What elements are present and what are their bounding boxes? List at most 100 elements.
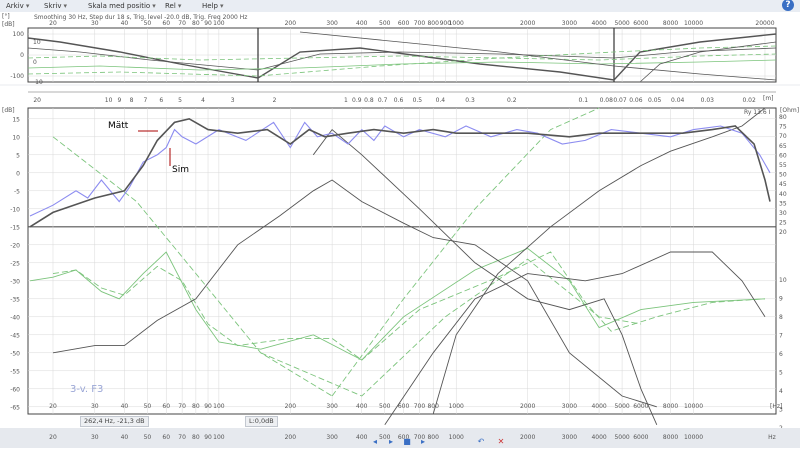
chevron-down-icon: ▾ xyxy=(152,2,156,10)
forward-icon[interactable]: ▸ xyxy=(418,437,428,447)
impedance-tick: 35 xyxy=(779,200,787,207)
phase-curves xyxy=(27,31,777,83)
mag-x-unit: [Hz] xyxy=(770,403,782,410)
mag-x-tick: 50 xyxy=(144,403,152,410)
magnitude-plot-panel: 20 10 9 8 7 6 5 4 3 2 1 0.9 0.8 0.7 0.6 0.5 0.4 0.3 0.2 0.1… xyxy=(0,86,800,448)
menu-help[interactable]: Help ▾ xyxy=(202,1,223,11)
menu-skriv[interactable]: Skriv ▾ xyxy=(44,1,67,11)
phase-x-tick: 30 xyxy=(91,20,99,27)
wavelength-tick: 0.02 xyxy=(742,97,756,104)
wavelength-tick: 0.2 xyxy=(507,97,517,104)
back-icon[interactable]: ◂ xyxy=(370,437,380,447)
impedance-tick: 45 xyxy=(779,181,787,188)
mag-x-tick: 70 xyxy=(178,403,186,410)
play-icon[interactable]: ▸ xyxy=(386,437,396,447)
bottom-x-tick: 4000 xyxy=(591,434,606,441)
menu-rel[interactable]: Rel ▾ xyxy=(165,1,181,11)
impedance-tick: 65 xyxy=(779,143,787,150)
menu-arkiv[interactable]: Arkiv ▾ xyxy=(6,1,29,11)
phase-y-tick: 0 xyxy=(20,52,24,59)
mag-curves xyxy=(29,107,771,426)
plot-watermark: 3-v. F3 xyxy=(70,384,103,395)
phase-curve xyxy=(27,47,777,71)
mag-x-tick: 700 xyxy=(414,403,426,410)
woofer-sim-curve xyxy=(52,251,766,361)
bottom-x-tick: 70 xyxy=(178,434,186,441)
midrange-curve xyxy=(52,179,657,408)
wavelength-tick: 0.05 xyxy=(648,97,662,104)
chevron-down-icon: ▾ xyxy=(25,2,30,10)
menu-skala[interactable]: Skala med positio ▾ xyxy=(88,1,156,11)
menu-skala-label: Skala med positio xyxy=(88,2,151,10)
phase-x-tick: 8000 xyxy=(663,20,678,27)
mag-x-tick: 1000 xyxy=(449,403,464,410)
sim-label: Sim xyxy=(172,165,189,175)
impedance-tick: 60 xyxy=(779,152,787,159)
chevron-down-icon: ▾ xyxy=(63,2,67,10)
phase-curve xyxy=(27,33,777,81)
impedance-tick: 55 xyxy=(779,162,787,169)
wavelength-tick: 0.07 xyxy=(613,97,627,104)
measured-label: Mätt xyxy=(108,121,129,131)
bottom-x-tick: 60 xyxy=(162,434,170,441)
phase-x-tick: 50 xyxy=(144,20,152,27)
phase-x-tick: 80 xyxy=(192,20,200,27)
phase-x-tick: 40 xyxy=(121,20,129,27)
phase-curve xyxy=(27,59,777,71)
mag-y-tick: 10 xyxy=(12,134,20,141)
impedance-tick: 5 xyxy=(779,370,783,377)
mag-y-tick: -65 xyxy=(10,404,20,411)
mag-frame xyxy=(27,107,777,415)
impedance-tick: 30 xyxy=(779,210,787,217)
wavelength-tick: 5 xyxy=(178,97,182,104)
wavelength-tick: 20 xyxy=(33,97,41,104)
phase-grid xyxy=(27,27,777,83)
impedance-tick: 4 xyxy=(779,388,783,395)
impedance-tick: 75 xyxy=(779,124,787,131)
phase-plot[interactable]: [°] [dB] Smoothing 30 Hz, Step dur 18 s,… xyxy=(0,12,800,86)
mag-y-tick: -30 xyxy=(10,278,20,285)
wavelength-tick: 8 xyxy=(130,97,134,104)
wavelength-tick: 0.8 xyxy=(364,97,374,104)
phase-x-tick: 500 xyxy=(379,20,391,27)
close-icon[interactable]: ✕ xyxy=(496,437,506,447)
phase-x-tick: 3000 xyxy=(562,20,577,27)
help-icon[interactable]: ? xyxy=(782,0,794,11)
wavelength-tick: 10 xyxy=(105,97,113,104)
wavelength-tick: 0.03 xyxy=(701,97,715,104)
impedance-tick: 6 xyxy=(779,351,783,358)
mag-y-axis: 15 10 5 0 -5 -10 -15 -20 -25 -30 -35 -40 -45 -50 -55 -6… xyxy=(10,116,20,411)
mag-y-tick: -50 xyxy=(10,350,20,357)
corner-label: Ry 13.6 I xyxy=(744,109,771,116)
phase-x-tick: 70 xyxy=(178,20,186,27)
mag-x-tick: 4000 xyxy=(591,403,606,410)
mag-x-tick: 6000 xyxy=(633,403,648,410)
phase-x-axis: 20 30 40 50 60 70 80 90 100 200 300 400 500 600 700 800… xyxy=(49,20,775,27)
wavelength-tick: 1 xyxy=(344,97,348,104)
stop-icon[interactable]: ■ xyxy=(402,437,412,447)
undo-icon[interactable]: ↶ xyxy=(476,437,486,447)
bottom-x-tick: 80 xyxy=(192,434,200,441)
mag-y-tick: 15 xyxy=(12,116,20,123)
wavelength-tick: 3 xyxy=(231,97,235,104)
mag-x-tick: 20 xyxy=(49,403,57,410)
mag-x-tick: 8000 xyxy=(663,403,678,410)
bottom-x-tick: 50 xyxy=(144,434,152,441)
phase-x-tick: 4000 xyxy=(591,20,606,27)
mag-unit-label: [dB] xyxy=(2,107,15,114)
bottom-x-tick: 5000 xyxy=(614,434,629,441)
wavelength-tick: 9 xyxy=(118,97,122,104)
mag-y-tick: -60 xyxy=(10,386,20,393)
bottom-x-tick: Hz xyxy=(768,434,776,441)
wavelength-tick: 6 xyxy=(159,97,163,104)
bottom-x-tick: 40 xyxy=(121,434,129,441)
mag-y-tick: -15 xyxy=(10,224,20,231)
mag-y-tick: 5 xyxy=(16,152,20,159)
magnitude-plot[interactable]: 20 10 9 8 7 6 5 4 3 2 1 0.9 0.8 0.7 0.6 0.5 0.4 0.3 0.2 0.1… xyxy=(0,86,800,448)
offset-readout: L:0,0dB xyxy=(245,416,278,427)
phase-plot-panel: [°] [dB] Smoothing 30 Hz, Step dur 18 s,… xyxy=(0,12,800,86)
mag-y-tick: -55 xyxy=(10,368,20,375)
phase-x-tick: 200 xyxy=(285,20,297,27)
menu-rel-label: Rel xyxy=(165,2,176,10)
mag-x-tick: 300 xyxy=(326,403,338,410)
